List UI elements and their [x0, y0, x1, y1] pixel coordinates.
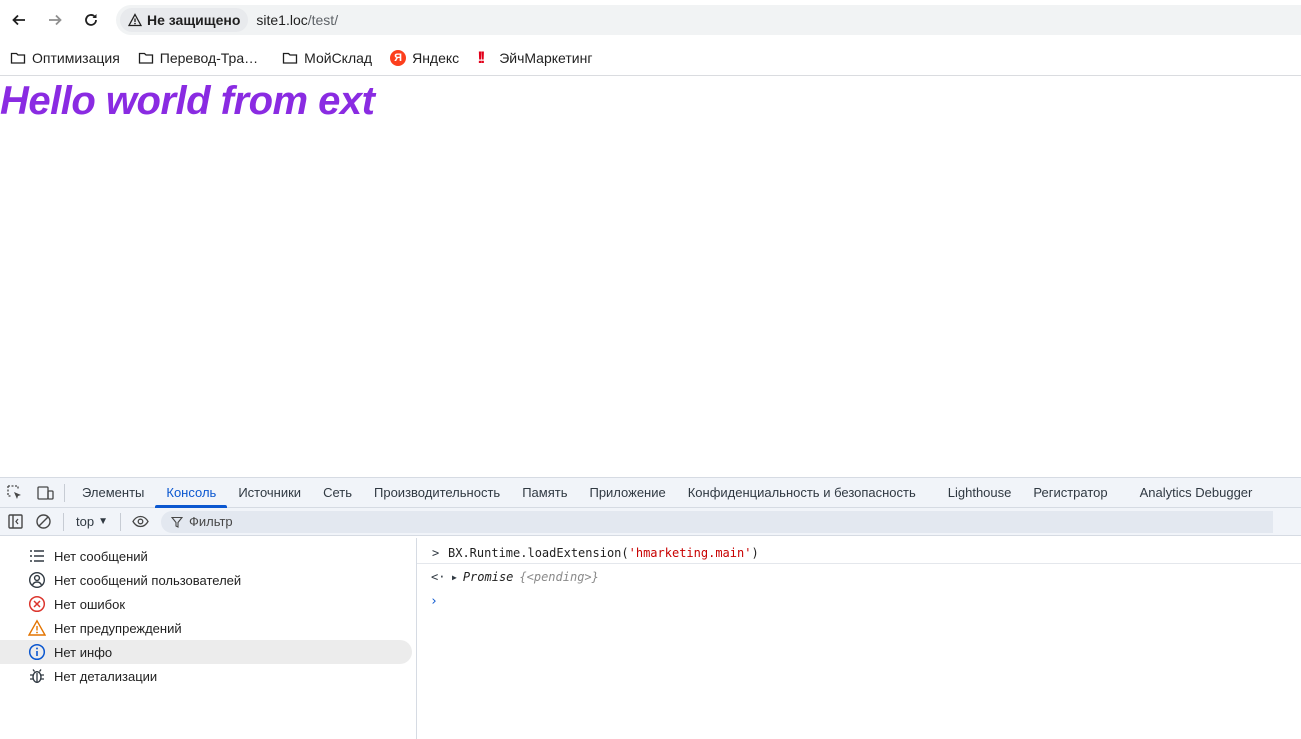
block-icon: [35, 514, 51, 529]
bookmark-hmarketing[interactable]: !! ЭйчМаркетинг: [468, 44, 601, 72]
console-result-entry: <· ▶ Promise {<pending>}: [417, 566, 1301, 588]
bookmarks-bar: Оптимизация Перевод-Тра… МойСклад Я Янде…: [0, 40, 1301, 76]
bookmark-label: МойСклад: [304, 49, 373, 66]
return-arrow-icon: <·: [431, 570, 446, 584]
forward-button[interactable]: [42, 7, 68, 33]
tab-performance[interactable]: Производительность: [363, 478, 511, 507]
console-body: Нет сообщений Нет сообщений пользователе…: [0, 538, 1301, 739]
tab-network[interactable]: Сеть: [312, 478, 363, 507]
arrow-left-icon: [12, 14, 25, 26]
console-sidebar: Нет сообщений Нет сообщений пользователе…: [0, 538, 417, 739]
sidebar-item-messages[interactable]: Нет сообщений: [0, 544, 412, 568]
sidebar-item-warnings[interactable]: Нет предупреждений: [0, 616, 412, 640]
arrow-right-icon: [49, 14, 62, 26]
sidebar-item-info[interactable]: Нет инфо: [0, 640, 412, 664]
bookmark-folder-optimization[interactable]: Оптимизация: [0, 44, 129, 72]
result-label[interactable]: Promise: [463, 570, 514, 584]
address-bar[interactable]: Не защищено site1.loc/test/: [116, 5, 1301, 35]
info-icon: [28, 643, 46, 661]
tab-lighthouse[interactable]: Lighthouse: [937, 478, 1023, 507]
filter-placeholder: Фильтр: [188, 514, 233, 529]
sidebar-item-label: Нет предупреждений: [54, 620, 182, 636]
inspect-cursor-icon: [7, 484, 21, 499]
toggle-sidebar-button[interactable]: [1, 509, 29, 535]
tab-memory[interactable]: Память: [511, 478, 578, 507]
bookmark-yandex[interactable]: Я Яндекс: [381, 44, 468, 72]
tab-application[interactable]: Приложение: [578, 478, 676, 507]
sidebar-item-label: Нет детализации: [54, 668, 158, 684]
tab-privacy-security[interactable]: Конфиденциальность и безопасность: [677, 478, 927, 507]
result-state: {<pending>}: [519, 570, 599, 584]
folder-icon: [282, 52, 298, 64]
bookmark-label: ЭйчМаркетинг: [499, 49, 593, 66]
bookmark-folder-moysklad[interactable]: МойСклад: [273, 44, 381, 72]
bookmark-label: Яндекс: [412, 49, 460, 66]
divider: [64, 484, 65, 502]
sidebar-item-label: Нет инфо: [54, 644, 113, 660]
console-prompt[interactable]: ›: [417, 590, 1301, 612]
user-icon: [28, 571, 46, 589]
caret-down-icon: ▼: [98, 516, 108, 527]
folder-icon: [138, 52, 153, 64]
bookmark-folder-translation[interactable]: Перевод-Тра…: [129, 44, 267, 72]
list-icon: [30, 550, 44, 562]
console-input-entry: > BX.Runtime.loadExtension('hmarketing.m…: [417, 542, 1301, 564]
bookmark-label: Перевод-Тра…: [159, 49, 259, 66]
sidebar-item-label: Нет сообщений пользователей: [54, 572, 242, 588]
console-output[interactable]: > BX.Runtime.loadExtension('hmarketing.m…: [417, 538, 1301, 739]
warning-triangle-icon: [128, 13, 142, 27]
code-call: BX.Runtime.loadExtension(: [448, 545, 629, 560]
error-icon: [28, 595, 46, 613]
sidebar-item-user-messages[interactable]: Нет сообщений пользователей: [0, 568, 412, 592]
code-string: 'hmarketing.main': [628, 545, 752, 560]
console-toolbar: top ▼ Фильтр: [0, 508, 1301, 536]
filter-input[interactable]: Фильтр: [160, 510, 1273, 533]
sidebar-item-errors[interactable]: Нет ошибок: [0, 592, 412, 616]
chevron-right-icon: >: [432, 545, 440, 560]
sidebar-toggle-icon: [7, 514, 23, 529]
hmarketing-icon: !!: [477, 47, 485, 67]
live-expression-button[interactable]: [127, 509, 155, 535]
prompt-chevron-icon: ›: [430, 593, 438, 609]
tab-analytics-debugger[interactable]: Analytics Debugger: [1129, 478, 1264, 507]
filter-icon: [170, 516, 183, 528]
context-label: top: [76, 514, 95, 529]
sidebar-item-label: Нет сообщений: [54, 548, 148, 564]
browser-toolbar: Не защищено site1.loc/test/: [0, 0, 1301, 40]
back-button[interactable]: [6, 7, 32, 33]
sidebar-item-verbose[interactable]: Нет детализации: [0, 664, 412, 688]
devtools-panel: Элементы Консоль Источники Сеть Производ…: [0, 477, 1301, 739]
divider: [119, 512, 121, 531]
context-selector[interactable]: top ▼: [70, 514, 114, 529]
device-icon: [37, 485, 54, 500]
device-toolbar-button[interactable]: [32, 478, 58, 507]
url-host: site1.loc: [256, 12, 308, 28]
clear-console-button[interactable]: [29, 509, 57, 535]
bug-icon: [30, 669, 44, 684]
security-chip[interactable]: Не защищено: [120, 8, 249, 32]
page-viewport: Hello world from ext: [0, 77, 1301, 477]
eye-icon: [132, 515, 150, 528]
url-text[interactable]: site1.loc/test/: [256, 12, 338, 28]
console-code[interactable]: BX.Runtime.loadExtension('hmarketing.mai…: [448, 546, 759, 560]
tab-recorder[interactable]: Регистратор: [1022, 478, 1118, 507]
tab-console[interactable]: Консоль: [155, 478, 228, 508]
divider: [63, 512, 64, 531]
folder-icon: [10, 52, 26, 64]
inspect-element-button[interactable]: [2, 478, 28, 507]
url-path: /test/: [307, 12, 339, 28]
yandex-icon: Я: [390, 49, 407, 66]
security-label: Не защищено: [147, 12, 241, 28]
sidebar-item-label: Нет ошибок: [54, 596, 126, 612]
bookmark-label: Оптимизация: [32, 49, 120, 66]
reload-icon: [85, 14, 97, 26]
page-heading: Hello world from ext: [0, 79, 375, 123]
code-paren: ): [751, 545, 759, 560]
expand-triangle-icon[interactable]: ▶: [452, 573, 457, 582]
devtools-tabbar: Элементы Консоль Источники Сеть Производ…: [0, 478, 1301, 508]
reload-button[interactable]: [78, 7, 104, 33]
tab-sources[interactable]: Источники: [227, 478, 312, 507]
warning-icon: [28, 619, 46, 636]
tab-elements[interactable]: Элементы: [71, 478, 155, 507]
